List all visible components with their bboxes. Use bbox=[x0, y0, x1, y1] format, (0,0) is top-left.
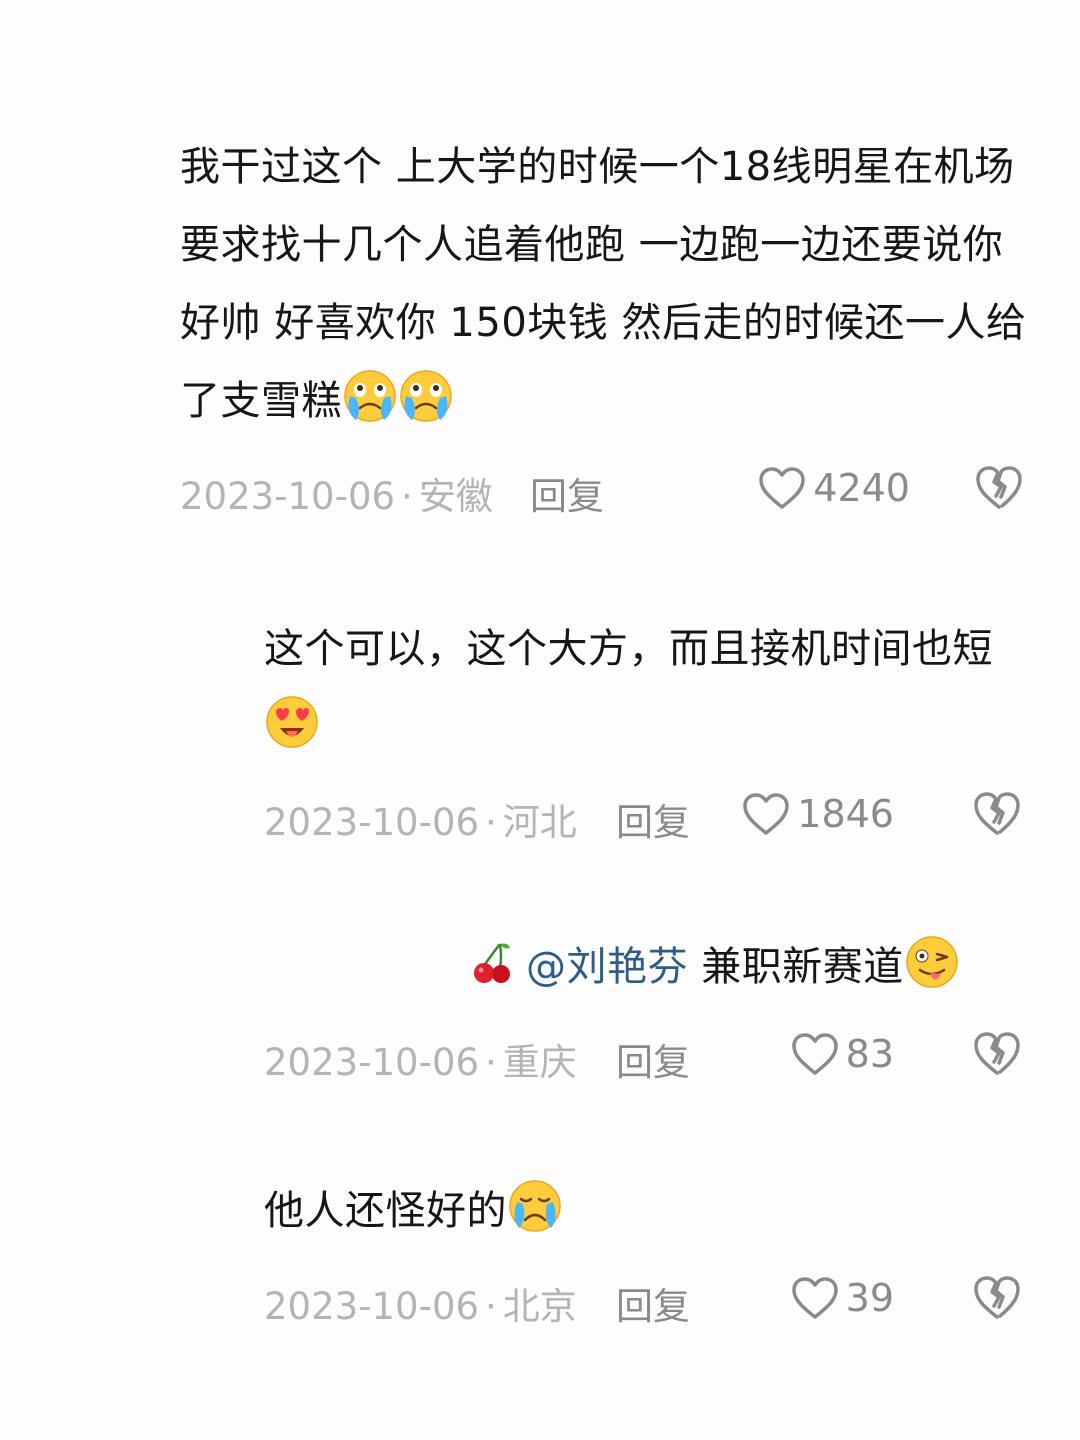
user-mention-link[interactable]: @刘艳芬 bbox=[526, 944, 688, 990]
like-button[interactable]: 1846 bbox=[741, 784, 894, 844]
broken-heart-icon[interactable] bbox=[972, 789, 1022, 837]
comment-text: 兼职新赛道 bbox=[688, 944, 904, 990]
comment-text-block: 我干过这个 上大学的时候一个18线明星在机场要求找十几个人追着他跑 一边跑一边还… bbox=[180, 128, 1040, 440]
comment-date: 2023-10-06 bbox=[264, 1041, 480, 1084]
comment-date: 2023-10-06 bbox=[264, 801, 480, 844]
heart-icon bbox=[790, 1031, 840, 1077]
like-count: 83 bbox=[845, 1032, 894, 1076]
comment-date-location: 2023-10-06 · 北京 bbox=[264, 1276, 577, 1330]
like-button[interactable]: 83 bbox=[790, 1024, 894, 1084]
heart-icon bbox=[741, 791, 791, 837]
reply-button[interactable]: 回复 bbox=[616, 792, 690, 846]
meta-separator: · bbox=[401, 475, 413, 518]
heart-eyes-emoji-icon bbox=[264, 694, 320, 750]
comment-text-block: @刘艳芬 兼职新赛道 bbox=[264, 928, 1024, 1006]
reply-button[interactable]: 回复 bbox=[530, 466, 604, 520]
comment-date-location: 2023-10-06 · 河北 bbox=[264, 792, 577, 846]
heart-icon bbox=[790, 1275, 840, 1321]
crying-emoji-icon bbox=[342, 368, 398, 424]
comment: 我干过这个 上大学的时候一个18线明星在机场要求找十几个人追着他跑 一边跑一边还… bbox=[180, 128, 1040, 518]
comment-location: 安徽 bbox=[418, 475, 493, 518]
comment-meta: 2023-10-06 · 安徽 回复 4240 bbox=[180, 458, 1040, 518]
comment-location: 北京 bbox=[502, 1285, 577, 1328]
reply-button[interactable]: 回复 bbox=[616, 1032, 690, 1086]
comment-meta: 2023-10-06 · 北京 回复 39 bbox=[264, 1268, 1024, 1328]
like-count: 4240 bbox=[813, 466, 910, 510]
like-count: 39 bbox=[845, 1276, 894, 1320]
comment-location: 重庆 bbox=[502, 1041, 577, 1084]
reply-button[interactable]: 回复 bbox=[616, 1276, 690, 1330]
like-button[interactable]: 4240 bbox=[757, 458, 910, 518]
wink-tongue-emoji-icon bbox=[904, 934, 960, 990]
comment: @刘艳芬 兼职新赛道 2023-10-06 · 重庆 回复 83 bbox=[264, 928, 1024, 1084]
meta-separator: · bbox=[485, 801, 497, 844]
meta-separator: · bbox=[485, 1041, 497, 1084]
comment-text: 这个可以，这个大方，而且接机时间也短 bbox=[264, 626, 993, 672]
comment-text-block: 这个可以，这个大方，而且接机时间也短 bbox=[264, 610, 1024, 766]
meta-separator: · bbox=[485, 1285, 497, 1328]
comment: 这个可以，这个大方，而且接机时间也短 2023-10-06 · 河北 回复 1846 bbox=[264, 610, 1024, 844]
comment-date: 2023-10-06 bbox=[264, 1285, 480, 1328]
comment-text: 我干过这个 上大学的时候一个18线明星在机场要求找十几个人追着他跑 一边跑一边还… bbox=[180, 144, 1027, 424]
broken-heart-icon[interactable] bbox=[972, 1273, 1022, 1321]
heart-icon bbox=[757, 465, 807, 511]
comment: 他人还怪好的 2023-10-06 · 北京 回复 39 bbox=[264, 1172, 1024, 1328]
comment-date-location: 2023-10-06 · 安徽 bbox=[180, 466, 493, 520]
comment-date: 2023-10-06 bbox=[180, 475, 396, 518]
crying-emoji-icon bbox=[398, 368, 454, 424]
broken-heart-icon[interactable] bbox=[974, 463, 1024, 511]
comment-meta: 2023-10-06 · 重庆 回复 83 bbox=[264, 1024, 1024, 1084]
broken-heart-icon[interactable] bbox=[972, 1029, 1022, 1077]
comment-meta: 2023-10-06 · 河北 回复 1846 bbox=[264, 784, 1024, 844]
crying-emoji-icon bbox=[507, 1178, 563, 1234]
like-count: 1846 bbox=[797, 792, 894, 836]
like-button[interactable]: 39 bbox=[790, 1268, 894, 1328]
comment-location: 河北 bbox=[502, 801, 577, 844]
comment-date-location: 2023-10-06 · 重庆 bbox=[264, 1032, 577, 1086]
comment-text: 他人还怪好的 bbox=[264, 1188, 507, 1234]
cherry-icon bbox=[474, 943, 510, 983]
comment-text-block: 他人还怪好的 bbox=[264, 1172, 1024, 1250]
